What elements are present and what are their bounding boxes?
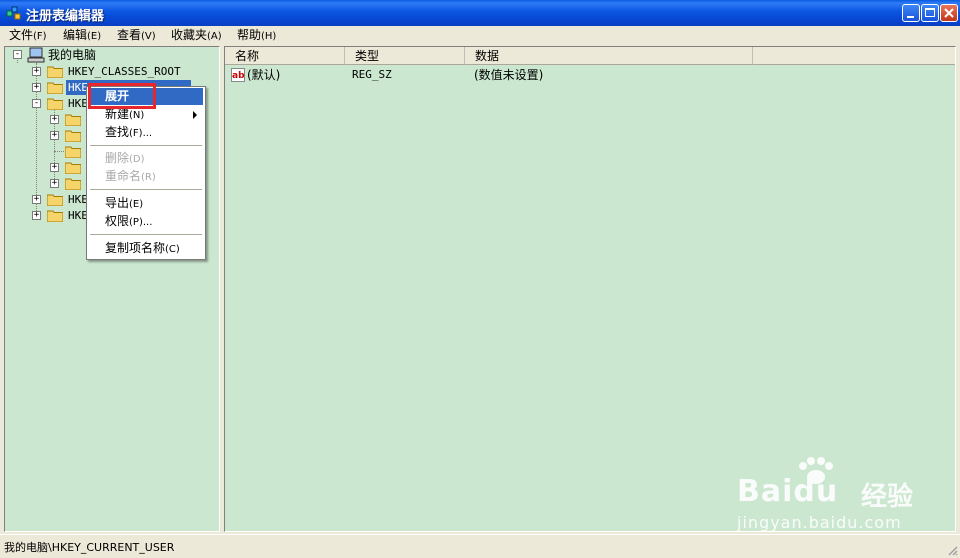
tree-node-label: HKEY_CLASSES_ROOT xyxy=(68,65,181,78)
column-header-type[interactable]: 类型 xyxy=(345,47,465,65)
maximize-button[interactable] xyxy=(921,4,939,22)
ctx-item-rename[interactable]: 重命名(R) xyxy=(89,168,203,185)
ctx-separator xyxy=(90,189,202,190)
value-type: REG_SZ xyxy=(352,68,392,81)
svg-text:ab: ab xyxy=(232,71,245,81)
menu-edit[interactable]: 编辑(E) xyxy=(60,27,104,43)
menu-view-accel: (V) xyxy=(141,31,156,42)
ctx-item-copy-key-name[interactable]: 复制项名称(C) xyxy=(89,240,203,257)
collapse-toggle[interactable]: - xyxy=(13,50,22,59)
menu-help-label: 帮助 xyxy=(237,28,262,42)
expand-toggle[interactable]: + xyxy=(32,211,41,220)
ctx-accel: (C) xyxy=(165,244,180,255)
ctx-label: 删除 xyxy=(105,151,130,165)
ctx-label: 新建 xyxy=(105,107,130,121)
window-title: 注册表编辑器 xyxy=(26,9,105,24)
tree-connector xyxy=(54,151,64,152)
ctx-label: 复制项名称 xyxy=(105,241,166,255)
tree-node-label: HKE xyxy=(68,193,88,206)
ctx-label: 权限 xyxy=(105,214,130,228)
status-path: 我的电脑\HKEY_CURRENT_USER xyxy=(4,541,175,554)
expand-toggle[interactable]: + xyxy=(50,115,59,124)
ctx-accel: (N) xyxy=(129,110,145,121)
ctx-label: 重命名 xyxy=(105,169,142,183)
status-bar: 我的电脑\HKEY_CURRENT_USER xyxy=(0,534,960,558)
ctx-accel: (R) xyxy=(141,172,156,183)
menu-favorites-accel: (A) xyxy=(207,31,222,42)
folder-icon xyxy=(47,66,63,78)
value-data: (数值未设置) xyxy=(474,68,544,82)
ctx-item-permissions[interactable]: 权限(P)... xyxy=(89,213,203,230)
ctx-label: 导出 xyxy=(105,196,130,210)
expand-toggle[interactable]: + xyxy=(50,179,59,188)
ctx-label: 查找 xyxy=(105,125,130,139)
folder-icon xyxy=(65,130,81,142)
regedit-app-icon xyxy=(6,6,21,20)
minimize-icon xyxy=(907,16,914,18)
folder-open-icon xyxy=(47,82,63,94)
close-icon xyxy=(944,8,954,18)
folder-icon xyxy=(65,114,81,126)
tree-node-my-computer[interactable]: - 我的电脑 xyxy=(5,47,215,63)
close-button[interactable] xyxy=(940,4,958,22)
ctx-accel: (P)... xyxy=(129,217,153,228)
menu-edit-accel: (E) xyxy=(87,31,102,42)
maximize-icon xyxy=(925,8,935,17)
menu-view[interactable]: 查看(V) xyxy=(114,27,159,43)
menu-bar: 文件(F) 编辑(E) 查看(V) 收藏夹(A) 帮助(H) xyxy=(0,26,960,44)
menu-file[interactable]: 文件(F) xyxy=(6,27,50,43)
submenu-arrow-icon xyxy=(193,111,197,119)
ctx-accel: (E) xyxy=(129,199,144,210)
ctx-separator xyxy=(90,145,202,146)
menu-view-label: 查看 xyxy=(117,28,142,42)
menu-file-accel: (F) xyxy=(33,31,47,42)
folder-icon xyxy=(65,178,81,190)
ctx-accel: (D) xyxy=(129,154,145,165)
baidu-watermark: Baidu 经验 jingyan.baidu.com xyxy=(737,456,952,532)
watermark-url: jingyan.baidu.com xyxy=(737,513,902,532)
menu-help-accel: (H) xyxy=(261,31,277,42)
title-bar[interactable]: 注册表编辑器 xyxy=(0,0,960,26)
folder-icon xyxy=(65,162,81,174)
ctx-item-delete[interactable]: 删除(D) xyxy=(89,150,203,167)
column-header-name[interactable]: 名称 xyxy=(225,47,345,65)
computer-icon xyxy=(27,47,45,63)
tree-node-label: HKE xyxy=(68,209,88,222)
ctx-separator xyxy=(90,234,202,235)
ab-string-icon: ab xyxy=(231,68,245,82)
expand-toggle[interactable]: + xyxy=(32,67,41,76)
folder-icon xyxy=(47,210,63,222)
expand-toggle[interactable]: + xyxy=(32,83,41,92)
expand-toggle[interactable]: + xyxy=(50,131,59,140)
values-list-pane[interactable]: 名称 类型 数据 ab (默认) REG_SZ (数值未设置) Baidu 经验… xyxy=(224,46,956,532)
expand-toggle[interactable]: + xyxy=(32,195,41,204)
context-menu: 展开 新建(N) 查找(F)... 删除(D) 重命名(R) 导出(E) 权限(… xyxy=(86,86,206,260)
list-row-default-value[interactable]: ab (默认) REG_SZ (数值未设置) xyxy=(225,67,955,83)
expand-toggle[interactable]: + xyxy=(50,163,59,172)
annotation-highlight-box xyxy=(88,83,156,109)
folder-icon xyxy=(65,146,81,158)
value-name: (默认) xyxy=(247,68,281,82)
ctx-item-find[interactable]: 查找(F)... xyxy=(89,124,203,141)
menu-edit-label: 编辑 xyxy=(63,28,88,42)
tree-node-label: HKE xyxy=(68,97,88,110)
watermark-cn: 经验 xyxy=(861,482,914,512)
menu-file-label: 文件 xyxy=(9,28,34,42)
registry-editor-window: 注册表编辑器 文件(F) 编辑(E) 查看(V) 收藏夹(A) 帮助(H) - xyxy=(0,0,960,558)
menu-favorites[interactable]: 收藏夹(A) xyxy=(168,27,225,43)
resize-grip-icon[interactable] xyxy=(946,544,958,556)
folder-icon xyxy=(47,194,63,206)
ctx-item-export[interactable]: 导出(E) xyxy=(89,195,203,212)
collapse-toggle[interactable]: - xyxy=(32,99,41,108)
column-header-filler xyxy=(753,47,955,65)
column-header-data[interactable]: 数据 xyxy=(465,47,753,65)
tree-root-label: 我的电脑 xyxy=(48,48,97,62)
folder-icon xyxy=(47,98,63,110)
minimize-button[interactable] xyxy=(902,4,920,22)
menu-help[interactable]: 帮助(H) xyxy=(234,27,279,43)
tree-node-hkey-classes-root[interactable]: + HKEY_CLASSES_ROOT xyxy=(5,63,215,79)
menu-favorites-label: 收藏夹 xyxy=(171,28,208,42)
watermark-brand: Baidu xyxy=(737,474,839,509)
ctx-accel: (F)... xyxy=(129,128,153,139)
